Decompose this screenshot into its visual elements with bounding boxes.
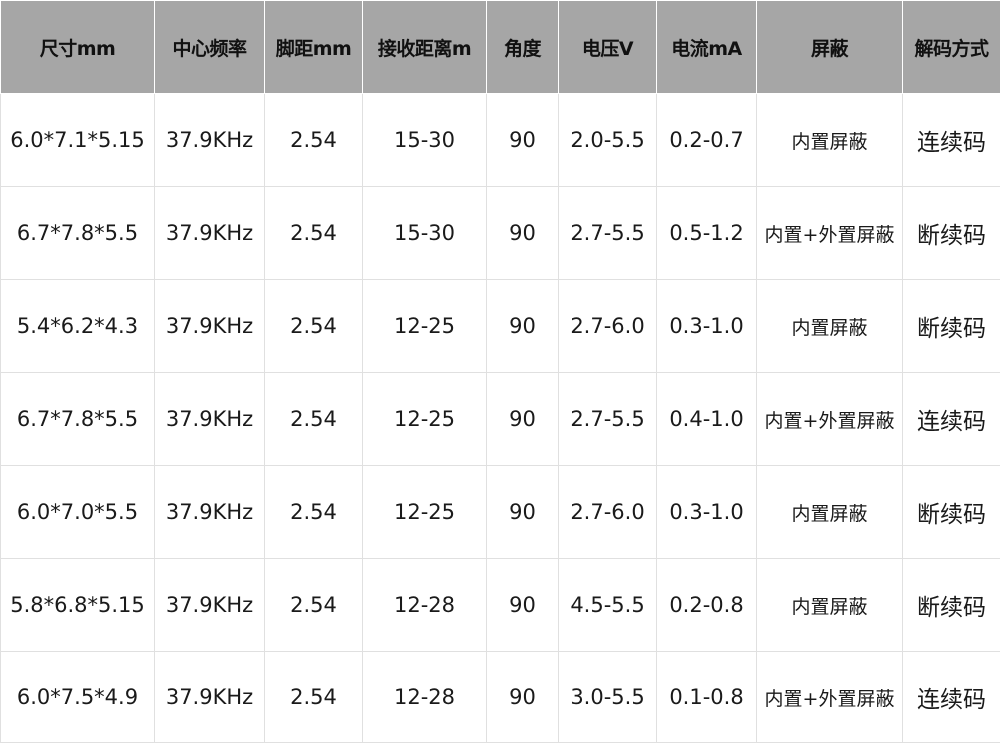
table-header: 尺寸mm 中心频率 脚距mm 接收距离m 角度 电压V 电流mA 屏蔽 解码方式 xyxy=(0,0,1000,94)
cell-angle: 90 xyxy=(486,186,559,280)
table-row: 6.0*7.1*5.15 37.9KHz 2.54 15-30 90 2.0-5… xyxy=(0,93,1000,187)
cell-shielding: 内置+外置屏蔽 xyxy=(756,372,903,466)
cell-current: 0.3-1.0 xyxy=(656,279,757,373)
cell-shielding: 内置屏蔽 xyxy=(756,279,903,373)
cell-pin-pitch: 2.54 xyxy=(264,651,363,743)
cell-center-frequency: 37.9KHz xyxy=(154,651,265,743)
header-size: 尺寸mm xyxy=(0,0,155,94)
cell-current: 0.3-1.0 xyxy=(656,465,757,559)
cell-decode-mode: 断续码 xyxy=(902,465,1000,559)
table-row: 6.0*7.0*5.5 37.9KHz 2.54 12-25 90 2.7-6.… xyxy=(0,465,1000,559)
cell-receive-distance: 12-25 xyxy=(362,279,487,373)
cell-current: 0.4-1.0 xyxy=(656,372,757,466)
cell-size: 6.0*7.5*4.9 xyxy=(0,651,155,743)
cell-receive-distance: 15-30 xyxy=(362,186,487,280)
cell-receive-distance: 12-28 xyxy=(362,558,487,652)
cell-voltage: 2.7-5.5 xyxy=(558,372,657,466)
cell-size: 5.8*6.8*5.15 xyxy=(0,558,155,652)
table-row: 6.0*7.5*4.9 37.9KHz 2.54 12-28 90 3.0-5.… xyxy=(0,651,1000,743)
header-voltage: 电压V xyxy=(558,0,657,94)
header-shielding: 屏蔽 xyxy=(756,0,903,94)
table-body: 6.0*7.1*5.15 37.9KHz 2.54 15-30 90 2.0-5… xyxy=(0,93,1000,743)
header-center-frequency: 中心频率 xyxy=(154,0,265,94)
cell-shielding: 内置屏蔽 xyxy=(756,558,903,652)
cell-current: 0.5-1.2 xyxy=(656,186,757,280)
header-decode-mode: 解码方式 xyxy=(902,0,1000,94)
cell-pin-pitch: 2.54 xyxy=(264,186,363,280)
cell-decode-mode: 连续码 xyxy=(902,93,1000,187)
cell-center-frequency: 37.9KHz xyxy=(154,186,265,280)
cell-size: 6.0*7.0*5.5 xyxy=(0,465,155,559)
table-row: 5.4*6.2*4.3 37.9KHz 2.54 12-25 90 2.7-6.… xyxy=(0,279,1000,373)
cell-decode-mode: 断续码 xyxy=(902,186,1000,280)
header-receive-distance: 接收距离m xyxy=(362,0,487,94)
cell-voltage: 4.5-5.5 xyxy=(558,558,657,652)
cell-shielding: 内置屏蔽 xyxy=(756,93,903,187)
cell-pin-pitch: 2.54 xyxy=(264,465,363,559)
header-pin-pitch: 脚距mm xyxy=(264,0,363,94)
cell-current: 0.2-0.7 xyxy=(656,93,757,187)
cell-voltage: 2.7-6.0 xyxy=(558,279,657,373)
cell-pin-pitch: 2.54 xyxy=(264,93,363,187)
cell-size: 6.7*7.8*5.5 xyxy=(0,372,155,466)
cell-receive-distance: 12-25 xyxy=(362,372,487,466)
cell-decode-mode: 连续码 xyxy=(902,372,1000,466)
cell-shielding: 内置+外置屏蔽 xyxy=(756,651,903,743)
cell-size: 6.7*7.8*5.5 xyxy=(0,186,155,280)
table-row: 5.8*6.8*5.15 37.9KHz 2.54 12-28 90 4.5-5… xyxy=(0,558,1000,652)
cell-angle: 90 xyxy=(486,279,559,373)
cell-current: 0.2-0.8 xyxy=(656,558,757,652)
cell-current: 0.1-0.8 xyxy=(656,651,757,743)
header-row: 尺寸mm 中心频率 脚距mm 接收距离m 角度 电压V 电流mA 屏蔽 解码方式 xyxy=(0,0,1000,94)
cell-size: 5.4*6.2*4.3 xyxy=(0,279,155,373)
cell-decode-mode: 断续码 xyxy=(902,279,1000,373)
cell-center-frequency: 37.9KHz xyxy=(154,372,265,466)
cell-center-frequency: 37.9KHz xyxy=(154,558,265,652)
cell-decode-mode: 断续码 xyxy=(902,558,1000,652)
cell-angle: 90 xyxy=(486,93,559,187)
cell-angle: 90 xyxy=(486,651,559,743)
header-current: 电流mA xyxy=(656,0,757,94)
table-row: 6.7*7.8*5.5 37.9KHz 2.54 12-25 90 2.7-5.… xyxy=(0,372,1000,466)
cell-center-frequency: 37.9KHz xyxy=(154,93,265,187)
cell-angle: 90 xyxy=(486,465,559,559)
header-angle: 角度 xyxy=(486,0,559,94)
cell-center-frequency: 37.9KHz xyxy=(154,465,265,559)
cell-size: 6.0*7.1*5.15 xyxy=(0,93,155,187)
cell-receive-distance: 12-25 xyxy=(362,465,487,559)
cell-voltage: 2.0-5.5 xyxy=(558,93,657,187)
cell-angle: 90 xyxy=(486,372,559,466)
spec-table: 尺寸mm 中心频率 脚距mm 接收距离m 角度 电压V 电流mA 屏蔽 解码方式… xyxy=(0,0,1000,743)
cell-voltage: 2.7-5.5 xyxy=(558,186,657,280)
cell-decode-mode: 连续码 xyxy=(902,651,1000,743)
cell-pin-pitch: 2.54 xyxy=(264,372,363,466)
cell-pin-pitch: 2.54 xyxy=(264,558,363,652)
cell-voltage: 3.0-5.5 xyxy=(558,651,657,743)
cell-shielding: 内置屏蔽 xyxy=(756,465,903,559)
cell-receive-distance: 15-30 xyxy=(362,93,487,187)
cell-center-frequency: 37.9KHz xyxy=(154,279,265,373)
cell-voltage: 2.7-6.0 xyxy=(558,465,657,559)
cell-shielding: 内置+外置屏蔽 xyxy=(756,186,903,280)
cell-angle: 90 xyxy=(486,558,559,652)
cell-pin-pitch: 2.54 xyxy=(264,279,363,373)
table-row: 6.7*7.8*5.5 37.9KHz 2.54 15-30 90 2.7-5.… xyxy=(0,186,1000,280)
cell-receive-distance: 12-28 xyxy=(362,651,487,743)
